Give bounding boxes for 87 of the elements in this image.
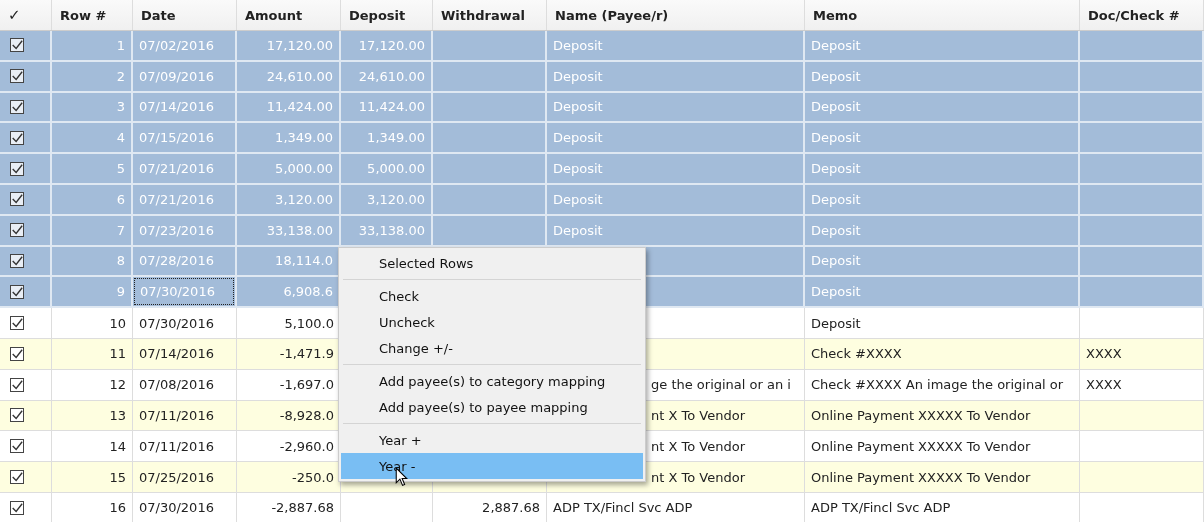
table-cell: Deposit [811,222,861,238]
table-cell: Deposit [811,37,861,53]
table-cell: 8 [116,253,125,269]
table-cell: Deposit [811,284,861,300]
table-cell: 1,349.00 [367,130,425,146]
table-cell-text: 07/09/2016 [138,67,215,86]
table-cell: -8,928.0 [279,407,334,423]
table-cell-text: 07/14/2016 [138,345,215,364]
table-cell-text: 07/25/2016 [138,468,215,487]
table-cell: -2,960.0 [279,438,334,454]
table-cell: 18,114.0 [275,253,333,269]
table-cell: 5,000.00 [275,161,333,177]
table-cell: nt X To Vendor [651,469,745,485]
table-cell: ADP TX/Fincl Svc ADP [811,500,951,516]
table-cell: XXXX [1086,346,1122,362]
table-cell-text: 07/21/2016 [138,190,215,209]
table-cell-text: 07/23/2016 [138,221,215,240]
table-cell: 10 [109,315,126,331]
table-cell: -1,697.0 [279,377,334,393]
table-cell: 1 [116,37,125,53]
table-cell: XXXX [1086,377,1122,393]
table-cell: 24,610.00 [358,68,425,84]
table-cell: Deposit [811,161,861,177]
table-cell: nt X To Vendor [651,438,745,454]
table-cell: Online Payment XXXXX To Vendor [811,407,1031,423]
table-cell: Deposit [553,99,603,115]
table-cell: Deposit [811,99,861,115]
table-cell: 1,349.00 [275,130,333,146]
table-cell: -250.0 [292,469,334,485]
table-cell: ADP TX/Fincl Svc ADP [553,500,693,516]
table-cell-text: 07/11/2016 [138,406,215,425]
table-cell: Online Payment XXXXX To Vendor [811,438,1031,454]
table-cell: nt X To Vendor [651,407,745,423]
table-cell: Deposit [811,191,861,207]
table-cell: 15 [109,469,126,485]
table-cell-text: 07/15/2016 [138,129,215,148]
table-cell: Deposit [553,191,603,207]
table-cell-text: 07/02/2016 [138,36,215,55]
table-cell: Deposit [553,222,603,238]
table-cell: 11,424.00 [266,99,333,115]
table-cell: Check #XXXX An image the original or [811,377,1064,393]
table-cell: 2,887.68 [482,500,540,516]
table-cell: 12 [109,377,126,393]
table-cell: Check #XXXX [811,346,902,362]
table-cell-text: 07/21/2016 [138,160,215,179]
table-cell: 13 [109,407,126,423]
table-cell: 11,424.00 [358,99,425,115]
table-cell: 17,120.00 [358,37,425,53]
table-cell: Deposit [553,161,603,177]
table-cell: Deposit [811,130,861,146]
table-cell: Deposit [553,68,603,84]
table-cell: 6 [116,191,125,207]
table-cell: 5 [116,161,125,177]
table-cell: Online Payment XXXXX To Vendor [811,469,1031,485]
table-cell: 4 [116,130,125,146]
table-cell: 6,908.6 [283,284,333,300]
table-cell: -2,887.68 [271,500,334,516]
table-cell: 11 [109,346,126,362]
table-cell: 33,138.00 [358,222,425,238]
table-cell-text: 07/11/2016 [138,437,215,456]
table-cell: 5,000.00 [367,161,425,177]
table-cell: Deposit [553,37,603,53]
table-cell: 7 [116,222,125,238]
table-cell-text: 07/30/2016 [138,314,215,333]
table-cell: Deposit [811,253,861,269]
table-cell: 3,120.00 [367,191,425,207]
table-cell: Deposit [811,315,861,331]
table-cell-text: 07/30/2016 [138,499,215,518]
table-cell: 2 [116,68,125,84]
table-cell: 3,120.00 [275,191,333,207]
menu-title: Selected Rows [378,254,475,273]
table-cell: 5,100.0 [284,315,334,331]
table-cell: 16 [109,500,126,516]
table-cell: 07/30/2016 [134,278,234,306]
table-cell: 33,138.00 [266,222,333,238]
table-cell: Deposit [811,68,861,84]
table-cell: 24,610.00 [266,68,333,84]
table-cell-text: 07/08/2016 [138,376,215,395]
table-cell: -1,471.9 [279,346,334,362]
table-cell: Deposit [553,130,603,146]
table-cell-text: 07/14/2016 [138,98,215,117]
table-cell: ge the original or an i [651,377,791,393]
table-cell: 3 [116,99,125,115]
table-cell: 17,120.00 [266,37,333,53]
table-cell: 14 [109,438,126,454]
table-cell-text: 07/28/2016 [138,252,215,271]
table-cell: 9 [116,284,125,300]
